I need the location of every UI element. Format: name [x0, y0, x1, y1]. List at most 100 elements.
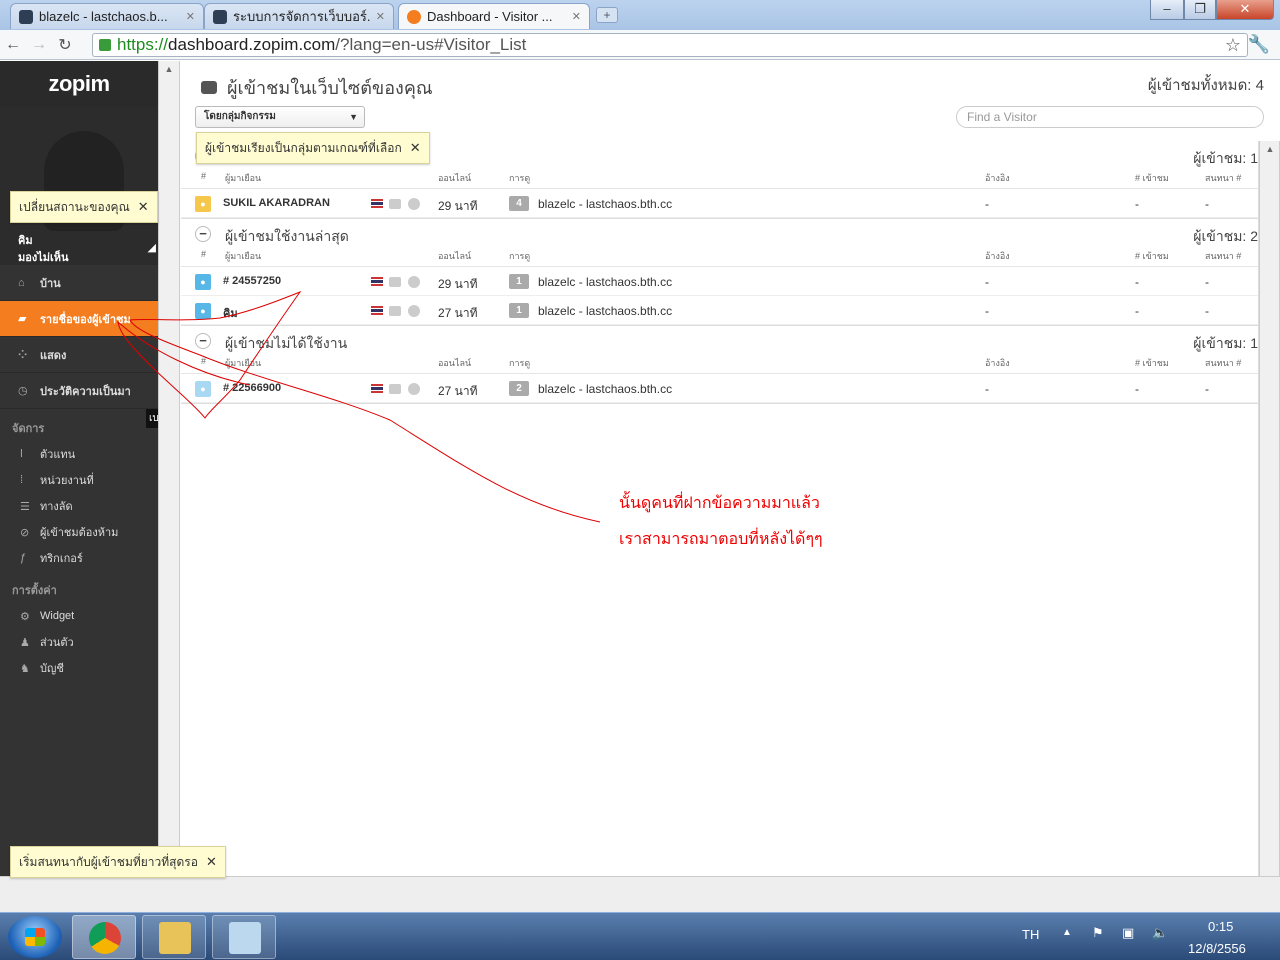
notepad-icon [229, 922, 261, 954]
main-scrollbar[interactable]: ▲ [1259, 141, 1280, 876]
sidebar-item-personal[interactable]: ♟ ส่วนตัว [0, 629, 158, 655]
tab-webboard[interactable]: ระบบการจัดการเว็บบอร์... ✕ [204, 3, 394, 29]
language-indicator[interactable]: TH [1022, 927, 1039, 942]
visit-count: - [1135, 382, 1139, 396]
table-row[interactable]: ● คิม 27 นาที 1 blazelc - lastchaos.bth.cc - -… [181, 296, 1258, 325]
tray-expand-icon[interactable]: ▲ [1062, 927, 1072, 938]
table-row[interactable]: ● # 22566900 27 นาที 2 blazelc - lastchaos.b… [181, 374, 1258, 403]
column-header-online[interactable]: ออนไลน์ [438, 356, 471, 370]
current-page: blazelc - lastchaos.bth.cc [538, 304, 673, 318]
column-header-row: # ผู้มาเยือน ออนไลน์ การดู อ้างอิง # เข้าชม สน… [181, 356, 1258, 374]
maximize-button[interactable]: ❐ [1184, 0, 1216, 20]
scroll-up-icon[interactable]: ▲ [1260, 141, 1280, 157]
table-row[interactable]: ● # 24557250 29 นาที 1 blazelc - lastchaos.b… [181, 267, 1258, 296]
sidebar-item-visitor-list[interactable]: ▰ รายชื่อของผู้เข้าชม [0, 301, 158, 337]
visitor-name[interactable]: # 22566900 [223, 382, 281, 394]
thailand-flag-icon [371, 384, 383, 393]
action-center-icon[interactable]: ⚑ [1092, 925, 1104, 941]
sidebar-item-monitor[interactable]: ⁘ แสดง [0, 337, 158, 373]
column-header-visitor[interactable]: ผู้มาเยือน [225, 249, 261, 263]
back-icon[interactable]: ← [0, 36, 26, 54]
column-header-chats-num[interactable]: สนทนา # [1205, 249, 1241, 263]
reload-icon[interactable]: ↻ [52, 35, 78, 55]
column-header-visits[interactable]: การดู [509, 171, 530, 185]
column-header-referrer[interactable]: อ้างอิง [985, 171, 1010, 185]
clock-time[interactable]: 0:15 [1208, 919, 1233, 934]
volume-icon[interactable]: 🔈 [1152, 925, 1168, 941]
address-bar[interactable]: https://dashboard.zopim.com/?lang=en-us#… [92, 33, 1248, 57]
taskbar-chrome[interactable] [72, 915, 136, 959]
column-header-visits[interactable]: การดู [509, 356, 530, 370]
tab-label: Dashboard - Visitor ... [427, 9, 553, 24]
start-button[interactable] [8, 916, 62, 958]
horizontal-scrollbar[interactable] [0, 876, 1280, 912]
chat-count: - [1205, 197, 1209, 211]
column-header-visits-num[interactable]: # เข้าชม [1135, 171, 1169, 185]
zopim-logo[interactable]: zopim [0, 61, 158, 107]
user-profile[interactable]: คิม มองไม่เห็น ◢ [0, 107, 158, 265]
sidebar-item-widget[interactable]: ⚙ Widget [0, 603, 158, 629]
visitor-name[interactable]: SUKIL AKARADRAN [223, 197, 330, 209]
tab-blazelc[interactable]: blazelc - lastchaos.b... ✕ [10, 3, 204, 29]
column-header-referrer[interactable]: อ้างอิง [985, 356, 1010, 370]
close-icon[interactable]: ✕ [410, 140, 421, 156]
column-header-visits-num[interactable]: # เข้าชม [1135, 249, 1169, 263]
column-header-visits[interactable]: การดู [509, 249, 530, 263]
group-count: ผู้เข้าชม: 2 [1193, 228, 1258, 244]
visitor-name[interactable]: คิม [223, 304, 238, 322]
close-icon[interactable]: ✕ [138, 199, 149, 215]
column-header-online[interactable]: ออนไลน์ [438, 171, 471, 185]
online-duration: 29 นาที [438, 277, 478, 291]
column-header-visits-num[interactable]: # เข้าชม [1135, 356, 1169, 370]
sidebar-item-history[interactable]: ◷ ประวัติความเป็นมา [0, 373, 158, 409]
close-icon[interactable]: ✕ [206, 854, 217, 870]
column-header-num[interactable]: # [201, 171, 206, 181]
group-by-select[interactable]: โดยกลุ่มกิจกรรม ▼ [195, 106, 365, 128]
sidebar-item-account[interactable]: ♞ บัญชี [0, 655, 158, 681]
annotation-line-1: นั้นดูคนที่ฝากข้อความมาแล้ว [619, 495, 820, 512]
chat-bubble-icon [201, 81, 217, 94]
sidebar-item-home[interactable]: ⌂ บ้าน [0, 265, 158, 301]
tab-close-icon[interactable]: ✕ [376, 10, 385, 23]
table-row[interactable]: ● SUKIL AKARADRAN 29 นาที 4 blazelc - lastch… [181, 189, 1258, 218]
sidebar-item-banned[interactable]: ⊘ ผู้เข้าชมต้องห้าม [0, 519, 158, 545]
forward-icon[interactable]: → [26, 36, 52, 54]
sidebar-item-shortcuts[interactable]: ☰ ทางลัด [0, 493, 158, 519]
column-header-num[interactable]: # [201, 249, 206, 259]
wrench-menu-icon[interactable]: 🔧 [1248, 34, 1270, 55]
new-tab-button[interactable]: + [596, 7, 618, 23]
column-header-visitor[interactable]: ผู้มาเยือน [225, 171, 261, 185]
column-header-row: # ผู้มาเยือน ออนไลน์ การดู อ้างอิง # เข้าชม สน… [181, 171, 1258, 189]
sidebar-item-triggers[interactable]: ƒ ทริกเกอร์ [0, 545, 158, 571]
group-title: ผู้เข้าชมใช้งานล่าสุด [225, 228, 349, 244]
column-header-num[interactable]: # [201, 356, 206, 366]
status-caret-icon[interactable]: ◢ [148, 241, 156, 254]
find-visitor-input[interactable]: Find a Visitor [956, 106, 1264, 128]
bookmark-star-icon[interactable]: ☆ [1225, 35, 1241, 56]
tab-close-icon[interactable]: ✕ [572, 10, 581, 23]
tab-dashboard[interactable]: Dashboard - Visitor ... ✕ [398, 3, 590, 29]
scroll-up-icon[interactable]: ▲ [159, 61, 179, 77]
column-header-row: # ผู้มาเยือน ออนไลน์ การดู อ้างอิง # เข้าชม สน… [181, 249, 1258, 267]
sidebar-item-label: ทางลัด [40, 501, 73, 513]
minimize-button[interactable]: ‒ [1150, 0, 1184, 20]
taskbar-explorer[interactable] [142, 915, 206, 959]
column-header-visitor[interactable]: ผู้มาเยือน [225, 356, 261, 370]
column-header-chats-num[interactable]: สนทนา # [1205, 356, 1241, 370]
sidebar-item-agents[interactable]: ǀ ตัวแทน [0, 441, 158, 467]
column-header-referrer[interactable]: อ้างอิง [985, 249, 1010, 263]
collapse-toggle-icon[interactable]: − [195, 226, 211, 242]
column-header-chats-num[interactable]: สนทนา # [1205, 171, 1241, 185]
network-icon[interactable]: ▣ [1122, 925, 1134, 941]
sidebar-scrollbar[interactable]: ▲ [158, 61, 180, 876]
browser-toolbar: ← → ↻ https://dashboard.zopim.com/?lang=… [0, 30, 1280, 60]
clock-date[interactable]: 12/8/2556 [1188, 941, 1246, 956]
tab-close-icon[interactable]: ✕ [186, 10, 195, 23]
user-status[interactable]: มองไม่เห็น [18, 248, 69, 265]
column-header-online[interactable]: ออนไลน์ [438, 249, 471, 263]
taskbar-notepad[interactable] [212, 915, 276, 959]
close-window-button[interactable]: ✕ [1216, 0, 1274, 20]
visitor-name[interactable]: # 24557250 [223, 275, 281, 287]
sidebar-item-departments[interactable]: ⁞ หน่วยงานที่ [0, 467, 158, 493]
collapse-toggle-icon[interactable]: − [195, 333, 211, 349]
